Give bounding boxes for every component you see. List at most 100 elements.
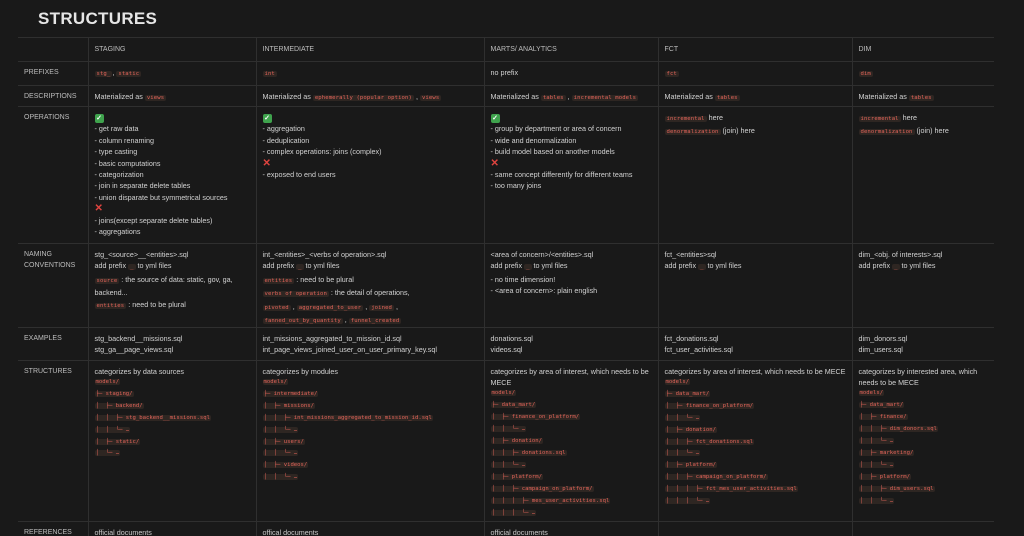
tree-line: │ │ └─ … [94, 426, 131, 433]
table-header-row: STAGING INTERMEDIATE MARTS/ ANALYTICS FC… [18, 37, 994, 62]
tree-line: │ ├─ finance_on_platform/ [664, 402, 755, 409]
tree-line: │ │ ├─ campaign_on_platform/ [664, 474, 768, 481]
naming-note: add prefix _ to yml files [859, 260, 989, 273]
tree-line: ├─ data_mart/ [664, 390, 711, 397]
inline-code: tables [540, 95, 566, 101]
tree-line: │ │ ├─ dim_users.sql [858, 485, 935, 492]
inline-code: tables [908, 95, 934, 101]
example-file: dim_users.sql [858, 345, 903, 355]
text: to yml files [135, 261, 172, 271]
tree-line: ├─ intermediate/ [262, 390, 319, 397]
op-item: - too many joins [490, 181, 542, 191]
tree-line: │ ├─ missions/ [262, 402, 316, 409]
op-item: - categorization [94, 170, 144, 180]
row-label-operations: OPERATIONS [18, 106, 89, 244]
tree-line: │ ├─ videos/ [262, 462, 309, 469]
inline-code: stg_ [94, 71, 113, 77]
cross-icon: ✕ [262, 157, 271, 169]
inline-code: _ [128, 264, 136, 271]
cross-icon: ✕ [490, 157, 499, 169]
op-item: - type casting [94, 147, 138, 157]
prefixes-staging: stg_, static [87, 61, 257, 86]
inline-code: views [144, 95, 167, 101]
structures-intermediate: categorizes by modules models/ ├─ interm… [255, 359, 485, 522]
tree-line: │ │ │ ├─ mes_user_activities.sql [490, 497, 611, 504]
reference-link-marts[interactable]: official documents [483, 520, 659, 536]
naming-pattern: <area of concern>/<entities>.sql [490, 250, 594, 259]
reference-link-staging[interactable]: official documents [87, 520, 257, 536]
header-fct: FCT [657, 37, 853, 62]
tree-line: │ └─ … [94, 450, 121, 457]
table-row-examples: EXAMPLES stg_backend__missions.sql stg_g… [18, 326, 994, 361]
op-item: - join in separate delete tables [94, 181, 191, 191]
check-icon: ✓ [490, 114, 500, 123]
tree-line: │ ├─ finance/ [858, 414, 908, 421]
naming-pattern: dim_<obj. of interests>.sql [858, 250, 943, 259]
prefixes-dim: dim [851, 61, 994, 86]
inline-code: _ [892, 264, 900, 271]
tree-line: │ │ ├─ donations.sql [490, 449, 567, 456]
tree-line: ├─ staging/ [94, 390, 134, 397]
folder-tree: models/ ├─ data_mart/ │ ├─ finance/ │ │ … [858, 388, 989, 507]
inline-code: fanned_out_by_quantity [262, 317, 343, 324]
op-item: - same concept differently for different… [490, 170, 633, 180]
tree-line: │ ├─ platform/ [858, 473, 912, 480]
inline-code: incremental [858, 116, 901, 122]
row-label-descriptions: DESCRIPTIONS [18, 85, 89, 107]
op-item: - build model based on another models [490, 147, 615, 157]
example-file: fct_donations.sql [664, 333, 719, 343]
tree-line: │ │ └─ … [858, 461, 895, 468]
naming-note: source : the source of data: static, gov… [94, 274, 250, 299]
text: : need to be plural [294, 274, 354, 284]
tree-line: │ │ ├─ int_missions_aggregated_to_missio… [262, 414, 433, 421]
page-title: STRUCTURES [38, 9, 158, 28]
op-item: - joins(except separate delete tables) [94, 215, 213, 225]
tree-line: │ │ └─ … [490, 426, 527, 433]
operations-intermediate: ✓ - aggregation - deduplication - comple… [255, 106, 485, 244]
text: (join) here [914, 126, 949, 136]
row-label-examples: EXAMPLES [18, 326, 89, 361]
descriptions-marts: Materialized as tables , incremental mod… [483, 85, 659, 107]
text: Materialized as [858, 92, 909, 101]
op-item: incremental here [664, 112, 846, 125]
header-dim: DIM [851, 37, 994, 62]
naming-note: add prefix _ to yml files [665, 260, 846, 273]
op-item: - group by department or area of concern [490, 124, 622, 134]
inline-code: _ [524, 264, 532, 271]
check-icon: ✓ [94, 114, 104, 123]
inline-code: joined [369, 304, 395, 311]
example-file: videos.sql [490, 345, 523, 355]
text: to yml files [705, 261, 742, 271]
row-label-line: CONVENTIONS [24, 262, 76, 270]
text: add prefix [490, 261, 525, 271]
example-file: fct_user_activities.sql [664, 345, 733, 355]
inline-code: aggregated_to_user [296, 304, 364, 311]
check-icon: ✓ [262, 114, 272, 123]
folder-tree: models/ ├─ staging/ │ ├─ backend/ │ │ ├─… [94, 377, 250, 460]
tree-line: │ ├─ users/ [262, 438, 305, 445]
text: (join) here [720, 126, 755, 136]
structure-desc: categorizes by area of interest, which n… [664, 366, 846, 376]
op-item: - wide and denormalization [490, 135, 577, 145]
tree-line: │ ├─ backend/ [94, 402, 144, 409]
example-file: stg_backend__missions.sql [94, 333, 183, 343]
header-marts: MARTS/ ANALYTICS [483, 37, 659, 62]
text: here [706, 113, 724, 122]
tree-line: │ ├─ platform/ [664, 462, 718, 469]
tree-line: │ │ ├─ campaign_on_platform/ [490, 485, 594, 492]
inline-code: _ [698, 264, 706, 271]
op-item: - aggregation [262, 124, 305, 134]
structure-desc: categorizes by data sources [94, 366, 185, 376]
row-label-naming: NAMING CONVENTIONS [18, 243, 89, 328]
folder-tree: models/ ├─ intermediate/ │ ├─ missions/ … [262, 377, 478, 484]
example-file: dim_donors.sql [858, 333, 908, 343]
reference-link-intermediate[interactable]: offical documents [255, 520, 485, 536]
inline-code: static [116, 71, 142, 77]
reference-fct [657, 520, 853, 536]
naming-fct: fct_<entities>sql add prefix _ to yml fi… [657, 243, 853, 328]
op-item: denormalization (join) here [858, 125, 989, 138]
structure-desc: categorizes by area of interest, which n… [490, 366, 649, 388]
header-intermediate: INTERMEDIATE [255, 37, 485, 62]
inline-code: dim [858, 71, 873, 77]
structure-desc: categorizes by modules [262, 366, 339, 376]
